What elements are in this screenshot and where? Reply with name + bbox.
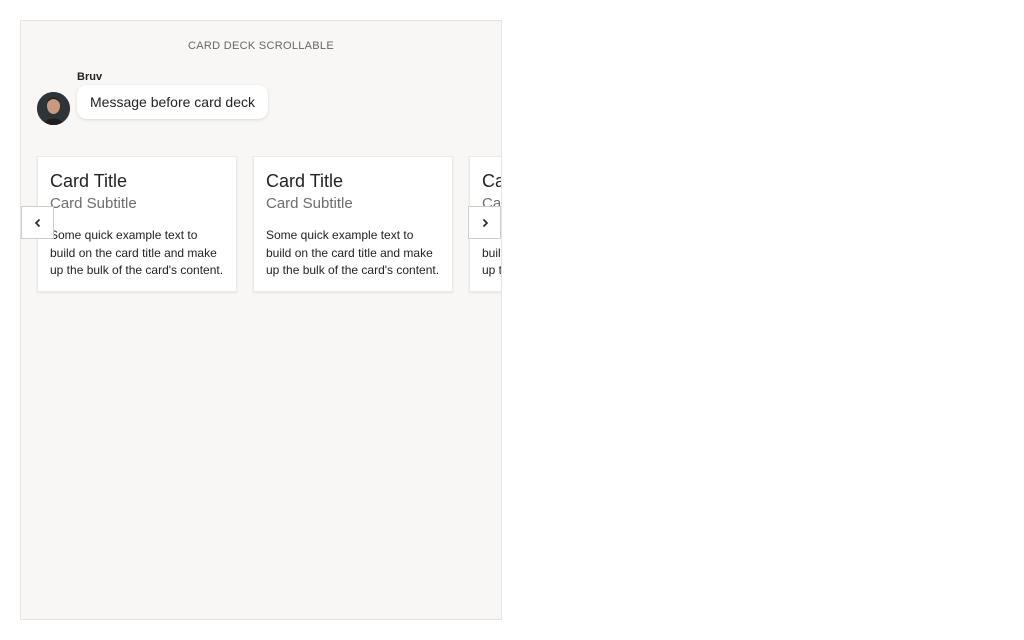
card[interactable]: Card Title Card Subtitle Some quick exam… bbox=[37, 156, 237, 292]
chevron-left-icon bbox=[34, 218, 40, 227]
user-avatar bbox=[37, 92, 70, 125]
card-title: Card Title bbox=[50, 171, 128, 191]
sender-name: Bruv bbox=[77, 71, 103, 83]
card-text: Some quick example text to build on the … bbox=[266, 228, 440, 277]
card-title: Card Title bbox=[266, 171, 344, 191]
panel-title: CARD DECK SCROLLABLE bbox=[188, 40, 334, 52]
card-subtitle: Card Subtitle bbox=[266, 195, 353, 212]
message-bubble: Message before card deck bbox=[77, 85, 268, 119]
prev-card-button[interactable] bbox=[21, 206, 54, 239]
card-deck[interactable]: Card Title Card Subtitle Some quick exam… bbox=[21, 156, 501, 301]
card[interactable]: Card Title Card Subtitle Some quick exam… bbox=[253, 156, 453, 292]
chat-panel: CARD DECK SCROLLABLE Bruv Message before… bbox=[20, 20, 502, 620]
card-subtitle: Card Subtitle bbox=[50, 195, 137, 212]
card-title: Card Title bbox=[482, 171, 501, 191]
next-card-button[interactable] bbox=[468, 206, 501, 239]
card-text: Some quick example text to build on the … bbox=[50, 228, 224, 277]
chevron-right-icon bbox=[482, 218, 488, 227]
card-deck-track: Card Title Card Subtitle Some quick exam… bbox=[37, 156, 501, 292]
